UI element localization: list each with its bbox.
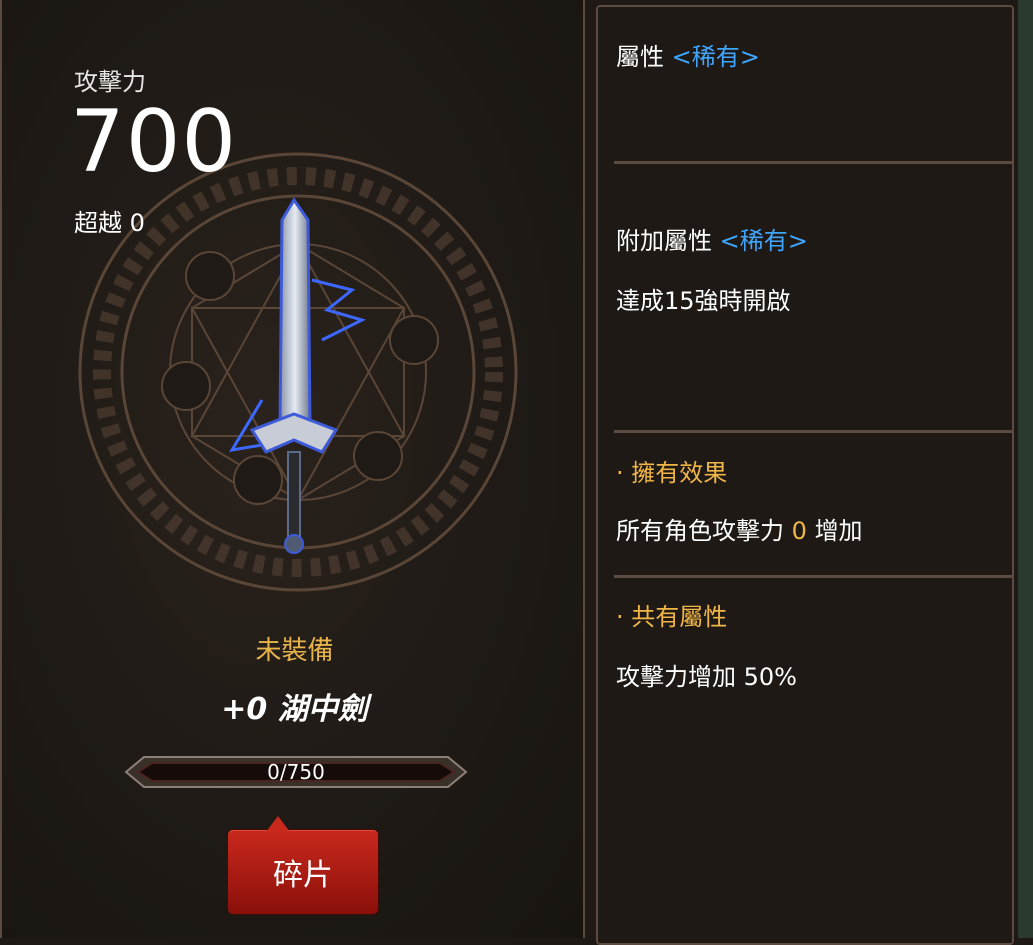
divider <box>614 575 1012 578</box>
divider <box>614 430 1012 433</box>
extra-attribute-rarity: <稀有> <box>719 227 808 255</box>
extra-attribute-description: 達成15強時開啟 <box>616 287 791 315</box>
shard-button[interactable]: 碎片 <box>228 816 378 914</box>
main-attribute-label: 屬性 <box>616 43 664 71</box>
extra-attribute-heading: 附加屬性 <稀有> <box>616 221 808 256</box>
background-edge <box>1018 0 1033 938</box>
owned-effect-description: 所有角色攻擊力 0 增加 <box>616 511 863 546</box>
main-attribute-rarity: <稀有> <box>671 43 760 71</box>
shard-button-label: 碎片 <box>273 858 333 893</box>
sword-image <box>229 197 367 554</box>
item-detail-panel: 攻擊力 700 超越 0 未裝備 +0 湖中劍 0/750 碎片 <box>0 0 585 938</box>
extra-attribute-label: 附加屬性 <box>616 227 712 255</box>
transcend-level: 超越 0 <box>74 203 145 238</box>
divider <box>614 161 1012 164</box>
attack-value: 700 <box>70 92 238 192</box>
transcend-label: 超越 <box>74 209 122 237</box>
speech-tail <box>266 816 290 832</box>
owned-effect-suffix: 增加 <box>814 517 863 545</box>
equip-status: 未裝備 <box>255 636 334 666</box>
main-attribute-heading: 屬性 <稀有> <box>616 37 760 72</box>
owned-effect-prefix: 所有角色攻擊力 <box>616 517 784 545</box>
attributes-panel: 屬性 <稀有> 附加屬性 <稀有> 達成15強時開啟 · 擁有效果 所有角色攻擊… <box>596 5 1014 945</box>
shared-attribute-description: 攻擊力增加 50% <box>616 663 797 691</box>
shared-attribute-title: · 共有屬性 <box>616 603 728 631</box>
shard-progress-text: 0/750 <box>267 760 325 784</box>
transcend-value: 0 <box>129 209 145 237</box>
item-name: +0 湖中劍 <box>221 692 368 727</box>
owned-effect-value: 0 <box>791 517 807 545</box>
owned-effect-title: · 擁有效果 <box>616 459 728 487</box>
